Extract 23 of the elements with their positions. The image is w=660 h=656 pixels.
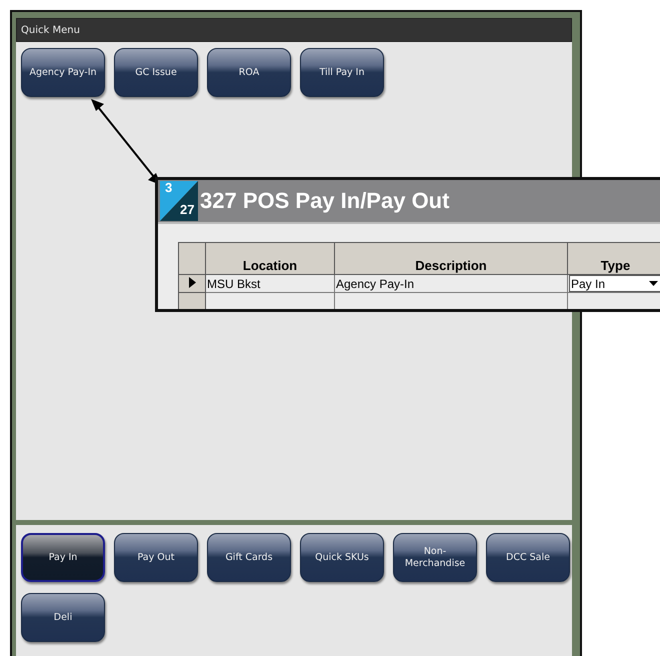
- type-dropdown[interactable]: Pay In: [569, 275, 660, 292]
- menu-button[interactable]: ROA: [207, 48, 291, 97]
- column-header: Location: [206, 242, 334, 274]
- window-title: 327 POS Pay In/Pay Out: [200, 188, 450, 214]
- logo-icon: [160, 181, 198, 221]
- menu-button[interactable]: Till Pay In: [300, 48, 384, 97]
- table-cell: Agency Pay-In: [334, 274, 568, 292]
- menu-button[interactable]: Deli: [21, 593, 105, 642]
- menu-button[interactable]: Non- Merchandise: [393, 533, 477, 582]
- menu-button[interactable]: Quick SKUs: [300, 533, 384, 582]
- menu-button[interactable]: Pay Out: [114, 533, 198, 582]
- column-header: Description: [334, 242, 568, 274]
- menu-button[interactable]: Agency Pay-In: [21, 48, 105, 97]
- table-cell: MSU Bkst: [206, 274, 334, 292]
- panel-title: Quick Menu: [16, 18, 572, 42]
- column-header: Type: [568, 242, 660, 274]
- menu-button[interactable]: Pay In: [21, 533, 105, 582]
- logo-digits: 27: [180, 202, 194, 218]
- menu-button[interactable]: GC Issue: [114, 48, 198, 97]
- menu-button[interactable]: DCC Sale: [486, 533, 570, 582]
- menu-button[interactable]: Gift Cards: [207, 533, 291, 582]
- logo-digit: 3: [165, 181, 172, 195]
- dropdown-arrow-icon[interactable]: [646, 281, 660, 286]
